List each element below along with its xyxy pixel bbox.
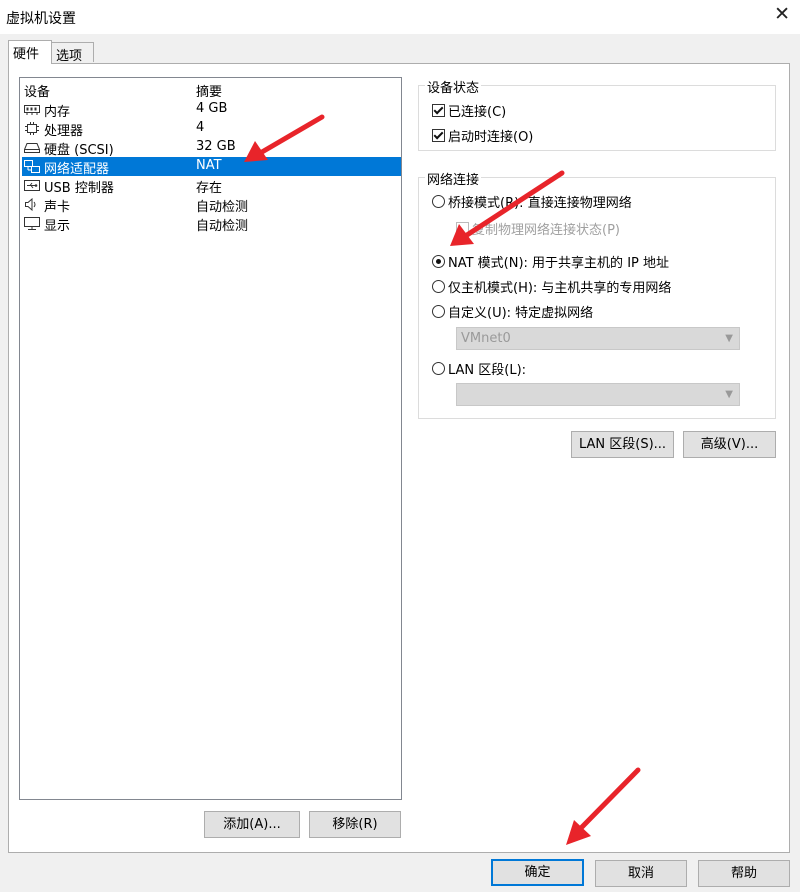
lan-segment-label: LAN 区段(L): <box>448 363 527 378</box>
nat-mode-radio[interactable]: NAT 模式(N): 用于共享主机的 IP 地址 <box>432 252 669 271</box>
host-only-mode-radio[interactable]: 仅主机模式(H): 与主机共享的专用网络 <box>432 277 671 296</box>
device-name: 声卡 <box>44 200 71 215</box>
device-list[interactable]: 设备 摘要 内存 4 GB 处理器 4 硬盘 (SCSI) 32 GB 网络适配… <box>19 77 402 800</box>
radio-icon <box>432 255 445 268</box>
lan-segments-button[interactable]: LAN 区段(S)... <box>571 431 674 458</box>
device-row-memory[interactable]: 内存 4 GB <box>22 100 401 120</box>
memory-icon <box>24 105 40 115</box>
replicate-state-checkbox: 复制物理网络连接状态(P) <box>456 219 620 238</box>
device-row-sound-card[interactable]: 声卡 自动检测 <box>22 195 401 215</box>
device-name: USB 控制器 <box>44 181 114 196</box>
sound-card-icon <box>25 198 36 211</box>
close-icon[interactable]: ✕ <box>774 3 790 25</box>
device-summary: NAT <box>196 158 222 173</box>
device-name: 硬盘 (SCSI) <box>44 143 114 158</box>
remove-device-button[interactable]: 移除(R) <box>309 811 401 838</box>
cancel-button[interactable]: 取消 <box>595 860 687 887</box>
network-connection-title: 网络连接 <box>425 169 482 188</box>
device-name: 显示 <box>44 219 71 234</box>
device-row-network-adapter[interactable]: 网络适配器 NAT <box>22 157 401 177</box>
custom-network-select: VMnet0 ▼ <box>456 327 740 350</box>
device-row-usb-controller[interactable]: USB 控制器 存在 <box>22 176 401 196</box>
replicate-state-label: 复制物理网络连接状态(P) <box>472 223 620 238</box>
bridged-mode-radio[interactable]: 桥接模式(R): 直接连接物理网络 <box>432 192 632 211</box>
hard-disk-icon <box>24 143 40 153</box>
advanced-button[interactable]: 高级(V)... <box>683 431 776 458</box>
ok-button[interactable]: 确定 <box>491 859 584 886</box>
lan-segment-radio[interactable]: LAN 区段(L): <box>432 359 526 378</box>
radio-icon <box>432 362 445 375</box>
processor-icon <box>25 122 39 135</box>
device-summary: 32 GB <box>196 139 236 154</box>
custom-network-radio[interactable]: 自定义(U): 特定虚拟网络 <box>432 302 593 321</box>
custom-network-value: VMnet0 <box>461 331 511 346</box>
chevron-down-icon: ▼ <box>725 389 733 400</box>
device-row-display[interactable]: 显示 自动检测 <box>22 214 401 234</box>
usb-controller-icon <box>24 180 40 191</box>
tab-hardware[interactable]: 硬件 <box>8 40 52 64</box>
checkbox-icon <box>432 129 445 142</box>
add-device-button[interactable]: 添加(A)... <box>204 811 300 838</box>
checkbox-icon <box>456 222 469 235</box>
radio-icon <box>432 195 445 208</box>
connected-label: 已连接(C) <box>448 105 507 120</box>
device-row-hard-disk[interactable]: 硬盘 (SCSI) 32 GB <box>22 138 401 158</box>
connected-checkbox[interactable]: 已连接(C) <box>432 101 506 120</box>
device-list-header: 设备 摘要 <box>24 81 401 100</box>
custom-network-label: 自定义(U): 特定虚拟网络 <box>448 306 594 321</box>
device-summary: 存在 <box>196 181 223 196</box>
device-name: 网络适配器 <box>44 162 110 177</box>
nat-mode-label: NAT 模式(N): 用于共享主机的 IP 地址 <box>448 256 670 271</box>
radio-icon <box>432 305 445 318</box>
connect-at-power-on-label: 启动时连接(O) <box>448 130 534 145</box>
connect-at-power-on-checkbox[interactable]: 启动时连接(O) <box>432 126 533 145</box>
device-summary: 4 <box>196 120 205 135</box>
window-title: 虚拟机设置 <box>6 11 76 27</box>
column-header-device[interactable]: 设备 <box>24 81 50 100</box>
lan-segment-select: ▼ <box>456 383 740 406</box>
column-header-summary[interactable]: 摘要 <box>196 81 222 100</box>
device-name: 内存 <box>44 105 71 120</box>
display-icon <box>24 217 40 230</box>
device-summary: 4 GB <box>196 101 228 116</box>
device-status-title: 设备状态 <box>425 77 482 96</box>
chevron-down-icon: ▼ <box>725 333 733 344</box>
checkbox-icon <box>432 104 445 117</box>
device-summary: 自动检测 <box>196 200 249 215</box>
help-button[interactable]: 帮助 <box>698 860 790 887</box>
network-adapter-icon <box>24 160 40 173</box>
bridged-mode-label: 桥接模式(R): 直接连接物理网络 <box>448 196 632 211</box>
tab-options[interactable]: 选项 <box>52 42 94 64</box>
device-row-processor[interactable]: 处理器 4 <box>22 119 401 139</box>
host-only-mode-label: 仅主机模式(H): 与主机共享的专用网络 <box>448 281 672 296</box>
device-name: 处理器 <box>44 124 84 139</box>
radio-icon <box>432 280 445 293</box>
device-summary: 自动检测 <box>196 219 249 234</box>
title-bar: 虚拟机设置 ✕ <box>0 0 800 34</box>
